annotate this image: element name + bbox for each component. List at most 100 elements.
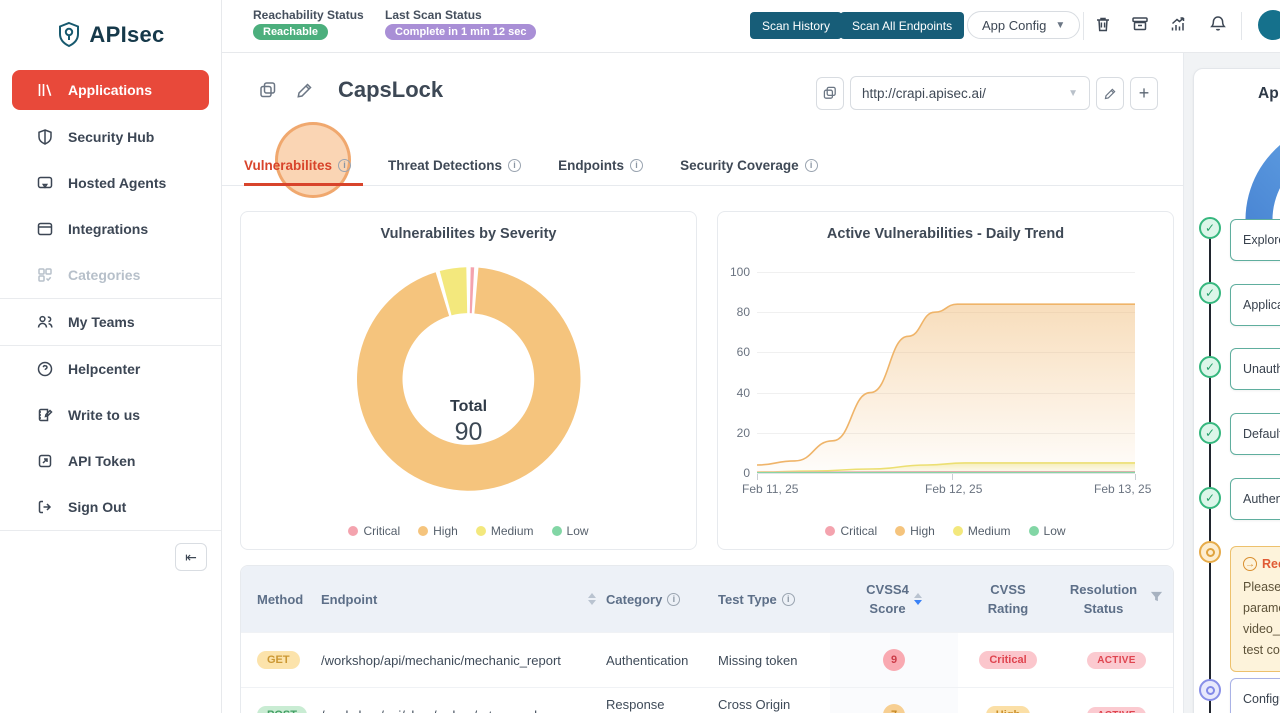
- legend-item[interactable]: Critical: [348, 524, 400, 538]
- legend-item[interactable]: Medium: [476, 524, 534, 538]
- trash-icon[interactable]: [1093, 14, 1115, 36]
- edit-app-name-icon[interactable]: [295, 80, 315, 100]
- table-row[interactable]: POST /workshop/api/shop/orders/return_or…: [241, 687, 1173, 713]
- info-icon[interactable]: i: [630, 159, 643, 172]
- sort-endpoint[interactable]: [588, 593, 596, 605]
- sidebar-item-my-teams[interactable]: My Teams: [0, 299, 221, 345]
- page-title: CapsLock: [338, 77, 443, 103]
- sidebar-item-label: My Teams: [68, 314, 135, 330]
- legend-dot: [1029, 526, 1039, 536]
- sidebar-item-applications[interactable]: Applications: [12, 70, 209, 110]
- collapse-icon: ⇤: [185, 549, 197, 566]
- shield-logo-icon: [56, 21, 82, 49]
- cvss4-score-badge: 9: [883, 649, 905, 671]
- onboarding-step[interactable]: Configure: [1230, 678, 1280, 713]
- sidebar-item-write-to-us[interactable]: Write to us: [0, 392, 221, 438]
- copy-url-button[interactable]: [816, 77, 844, 110]
- chart-title: Active Vulnerabilities - Daily Trend: [718, 226, 1173, 242]
- tab-label: Threat Detections: [388, 158, 502, 173]
- legend-label: Low: [1044, 524, 1066, 538]
- x-tick: [757, 474, 758, 480]
- sidebar-item-api-token[interactable]: API Token: [0, 438, 221, 484]
- trend-area-chart: [757, 272, 1135, 473]
- info-icon[interactable]: i: [782, 593, 795, 606]
- onboarding-step[interactable]: Explore y: [1230, 219, 1280, 261]
- legend-label: Medium: [491, 524, 534, 538]
- tab-vulnerabilities[interactable]: Vulnerabilites i: [244, 145, 351, 185]
- sidebar-item-label: Hosted Agents: [68, 175, 166, 191]
- legend-item[interactable]: Medium: [953, 524, 1011, 538]
- step-done-icon: ✓: [1199, 487, 1221, 509]
- edit-url-button[interactable]: [1096, 77, 1124, 110]
- x-tick-label: Feb 12, 25: [925, 482, 982, 496]
- resolution-status-badge: ACTIVE: [1087, 652, 1145, 669]
- info-icon[interactable]: i: [667, 593, 680, 606]
- onboarding-step[interactable]: Applicatio: [1230, 284, 1280, 326]
- tab-security-coverage[interactable]: Security Coverage i: [680, 145, 818, 185]
- archive-icon[interactable]: [1130, 14, 1152, 36]
- step-done-icon: ✓: [1199, 422, 1221, 444]
- sort-cvss4-score[interactable]: [914, 593, 922, 605]
- info-icon[interactable]: i: [508, 159, 521, 172]
- onboarding-step[interactable]: Authentic: [1230, 478, 1280, 520]
- legend-label: High: [910, 524, 935, 538]
- sidebar-item-label: Helpcenter: [68, 361, 140, 377]
- legend-item[interactable]: Critical: [825, 524, 877, 538]
- legend-item[interactable]: Low: [552, 524, 589, 538]
- col-header-label: CVSS4: [866, 582, 909, 597]
- recommendation-box[interactable]: → Recom Please p paramete video_id test …: [1230, 546, 1280, 672]
- last-scan-status-badge: Complete in 1 min 12 sec: [385, 24, 536, 40]
- method-badge: POST: [257, 706, 307, 713]
- scan-history-button[interactable]: Scan History: [750, 12, 842, 39]
- x-tick: [1135, 474, 1136, 480]
- sidebar-item-helpcenter[interactable]: Helpcenter: [0, 346, 221, 392]
- main-content: CapsLock http://crapi.apisec.ai/ ▼ + Vul…: [222, 53, 1183, 713]
- tab-endpoints[interactable]: Endpoints i: [558, 145, 643, 185]
- filter-icon[interactable]: [1150, 589, 1163, 609]
- app-config-dropdown[interactable]: App Config ▼: [967, 11, 1080, 39]
- vulnerabilities-table: Method Endpoint Category i Test Type i C…: [240, 565, 1174, 713]
- col-header-label: Resolution: [1070, 582, 1137, 597]
- col-header-label: Category: [606, 592, 662, 607]
- col-header-label: Rating: [988, 601, 1028, 616]
- info-icon[interactable]: i: [338, 159, 351, 172]
- step-label: Explore y: [1243, 233, 1280, 247]
- donut-center-label: Total: [241, 398, 696, 416]
- legend-item[interactable]: High: [418, 524, 458, 538]
- legend-dot: [348, 526, 358, 536]
- scan-all-endpoints-button[interactable]: Scan All Endpoints: [840, 12, 964, 39]
- sidebar-item-categories[interactable]: Categories: [0, 252, 221, 298]
- sidebar-collapse-button[interactable]: ⇤: [175, 543, 207, 571]
- x-tick: [952, 474, 953, 480]
- info-icon[interactable]: i: [805, 159, 818, 172]
- progress-gauge-arc: [1214, 105, 1280, 235]
- host-url-select[interactable]: http://crapi.apisec.ai/ ▼: [850, 76, 1090, 110]
- step-warning-icon: [1199, 541, 1221, 563]
- col-header-label: Test Type: [718, 592, 777, 607]
- sidebar-item-label: API Token: [68, 453, 135, 469]
- copy-app-name-icon[interactable]: [258, 80, 278, 100]
- col-header-label: Status: [1084, 601, 1124, 616]
- severity-donut-chart: Total 90: [241, 252, 696, 508]
- sidebar-item-security-hub[interactable]: Security Hub: [0, 114, 221, 160]
- tab-threat-detections[interactable]: Threat Detections i: [388, 145, 521, 185]
- legend-label: High: [433, 524, 458, 538]
- recommendation-text: video_id: [1243, 619, 1280, 640]
- sidebar-item-sign-out[interactable]: Sign Out: [0, 484, 221, 530]
- table-row[interactable]: GET /workshop/api/mechanic/mechanic_repo…: [241, 632, 1173, 687]
- analytics-icon[interactable]: [1168, 14, 1190, 36]
- step-label: Applicatio: [1243, 298, 1280, 312]
- onboarding-step[interactable]: Unauthen: [1230, 348, 1280, 390]
- library-icon: [36, 81, 54, 99]
- sidebar-item-hosted-agents[interactable]: Hosted Agents: [0, 160, 221, 206]
- bell-icon[interactable]: [1208, 14, 1230, 36]
- legend-item[interactable]: Low: [1029, 524, 1066, 538]
- onboarding-step[interactable]: Default A: [1230, 413, 1280, 455]
- sidebar-item-integrations[interactable]: Integrations: [0, 206, 221, 252]
- add-url-button[interactable]: +: [1130, 77, 1158, 110]
- topbar-divider: [1241, 12, 1242, 40]
- help-icon: [36, 360, 54, 378]
- user-avatar[interactable]: [1258, 10, 1280, 40]
- legend-item[interactable]: High: [895, 524, 935, 538]
- table-header-row: Method Endpoint Category i Test Type i C…: [241, 566, 1173, 632]
